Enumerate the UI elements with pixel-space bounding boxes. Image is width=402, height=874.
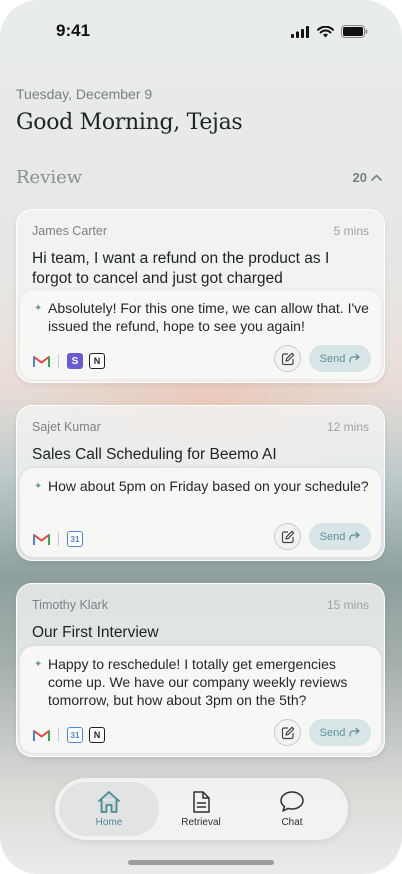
chevron-up-icon	[371, 174, 382, 181]
send-label: Send	[319, 726, 346, 739]
chat-bubble-icon	[280, 791, 304, 812]
reply-text: Happy to reschedule! I totally get emerg…	[48, 656, 348, 708]
review-count-toggle[interactable]: 20	[353, 170, 382, 185]
divider	[58, 728, 59, 742]
tab-label: Chat	[281, 817, 303, 828]
source-apps: S N	[33, 353, 105, 369]
card-time-ago: 15 mins	[326, 598, 369, 612]
card-subject: Our First Interview	[32, 624, 159, 641]
reply-text: How about 5pm on Friday based on your sc…	[48, 478, 369, 494]
notion-icon: N	[89, 353, 105, 369]
divider	[58, 532, 59, 546]
pencil-icon	[281, 352, 294, 365]
pencil-icon	[281, 726, 294, 739]
wifi-icon	[317, 25, 334, 37]
send-button[interactable]: Send	[309, 523, 371, 550]
card-time-ago: 5 mins	[333, 224, 369, 238]
gmail-icon	[33, 533, 50, 545]
battery-icon	[341, 25, 368, 38]
card-time-ago: 12 mins	[326, 420, 369, 434]
send-label: Send	[319, 352, 346, 365]
sparkle-icon: ✦	[34, 303, 43, 314]
tab-bar: Home Retrieval Chat	[55, 778, 348, 840]
edit-reply-button[interactable]	[274, 719, 301, 746]
tab-label: Home	[95, 817, 123, 828]
tab-home[interactable]: Home	[59, 782, 159, 836]
forward-arrow-icon	[349, 728, 361, 737]
stripe-icon: S	[67, 353, 83, 369]
suggested-reply: ✦ Absolutely! For this one time, we can …	[20, 290, 381, 379]
card-sender: Sajet Kumar	[32, 420, 101, 434]
card-subject: Sales Call Scheduling for Beemo AI	[32, 446, 277, 463]
review-count: 20	[352, 170, 367, 185]
notion-icon: N	[89, 727, 105, 743]
status-icons	[291, 25, 368, 38]
sparkle-icon: ✦	[34, 481, 43, 492]
edit-reply-button[interactable]	[274, 523, 301, 550]
source-apps: 31	[33, 531, 83, 547]
review-section-title: Review	[16, 167, 83, 188]
pencil-icon	[281, 530, 294, 543]
review-card[interactable]: James Carter 5 mins Hi team, I want a re…	[16, 209, 385, 383]
suggested-reply: ✦ Happy to reschedule! I totally get eme…	[20, 646, 381, 753]
phone-screen: 9:41 Tuesday, December 9 Good Morning, T…	[0, 0, 402, 874]
greeting-title: Good Morning, Tejas	[16, 110, 243, 135]
tab-label: Retrieval	[181, 817, 221, 828]
tab-chat[interactable]: Chat	[243, 778, 341, 840]
home-indicator[interactable]	[128, 860, 274, 865]
card-sender: James Carter	[32, 224, 108, 238]
card-sender: Timothy Klark	[32, 598, 108, 612]
document-icon	[193, 791, 210, 813]
review-card[interactable]: Timothy Klark 15 mins Our First Intervie…	[16, 583, 385, 757]
divider	[58, 354, 59, 368]
edit-reply-button[interactable]	[274, 345, 301, 372]
tab-retrieval[interactable]: Retrieval	[152, 778, 250, 840]
google-calendar-icon: 31	[67, 531, 83, 547]
send-button[interactable]: Send	[309, 345, 371, 372]
send-button[interactable]: Send	[309, 719, 371, 746]
status-time: 9:41	[56, 21, 91, 40]
status-bar: 9:41	[0, 0, 402, 60]
forward-arrow-icon	[349, 532, 361, 541]
home-icon	[98, 791, 120, 813]
gmail-icon	[33, 729, 50, 741]
forward-arrow-icon	[349, 354, 361, 363]
google-calendar-icon: 31	[67, 727, 83, 743]
send-label: Send	[319, 530, 346, 543]
cellular-signal-icon	[291, 25, 309, 38]
suggested-reply: ✦ How about 5pm on Friday based on your …	[20, 468, 381, 557]
source-apps: 31 N	[33, 727, 105, 743]
reply-text: Absolutely! For this one time, we can al…	[48, 300, 369, 334]
review-card[interactable]: Sajet Kumar 12 mins Sales Call Schedulin…	[16, 405, 385, 561]
current-date: Tuesday, December 9	[16, 86, 153, 102]
card-subject: Hi team, I want a refund on the product …	[32, 250, 330, 287]
gmail-icon	[33, 355, 50, 367]
sparkle-icon: ✦	[34, 659, 43, 670]
